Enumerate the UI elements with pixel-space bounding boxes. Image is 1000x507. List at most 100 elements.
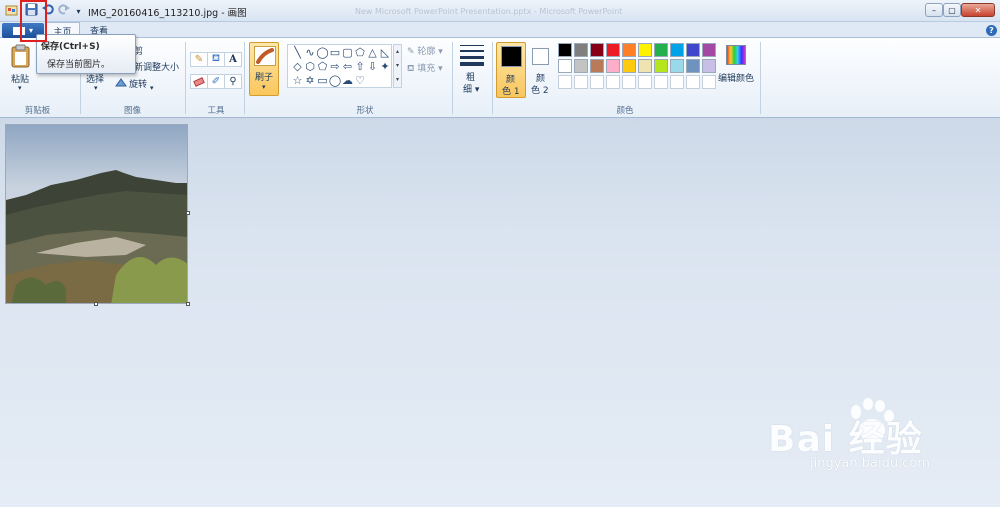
shape-tool-icon[interactable]: ⬡ (304, 61, 317, 72)
clipboard-icon (11, 44, 30, 68)
custom-color-slot[interactable] (590, 75, 604, 89)
shape-tool-icon[interactable]: ⇩ (366, 61, 379, 72)
shape-tool-icon[interactable]: ◯ (329, 75, 342, 86)
size-button[interactable] (460, 45, 484, 67)
custom-color-slot[interactable] (574, 75, 588, 89)
minimize-button[interactable]: – (925, 3, 943, 17)
custom-color-slot[interactable] (670, 75, 684, 89)
redo-button[interactable] (56, 3, 71, 18)
shape-tool-icon[interactable]: ◺ (379, 47, 392, 58)
custom-color-slot[interactable] (686, 75, 700, 89)
shape-tool-icon[interactable]: ⇨ (329, 61, 342, 72)
shape-tool-icon[interactable]: ✦ (379, 61, 392, 72)
paint-app-icon[interactable] (4, 3, 19, 18)
custom-color-slot[interactable] (606, 75, 620, 89)
palette-color-swatch[interactable] (622, 43, 636, 57)
clipboard-group-label: 剪贴板 (24, 106, 51, 116)
close-button[interactable]: ✕ (961, 3, 995, 17)
shape-tool-icon[interactable]: ♡ (354, 75, 367, 86)
palette-color-swatch[interactable] (622, 59, 636, 73)
shape-tool-icon[interactable]: ⇦ (341, 61, 354, 72)
magnifier-tool-button[interactable]: ⚲ (224, 74, 242, 89)
palette-color-swatch[interactable] (574, 43, 588, 57)
palette-color-swatch[interactable] (654, 59, 668, 73)
ribbon-tab-bar: ▾ 主页 查看 ? (0, 22, 1000, 39)
palette-color-swatch[interactable] (654, 43, 668, 57)
outline-button[interactable]: ✎ 轮廓 ▾ (407, 44, 443, 57)
fill-bucket-icon: ⛾ (211, 53, 221, 64)
help-icon[interactable]: ? (986, 25, 997, 36)
paste-dropdown-chevron-icon[interactable]: ▾ (18, 84, 22, 92)
palette-color-swatch[interactable] (670, 43, 684, 57)
color-1-label-b: 色 1 (502, 87, 520, 97)
shape-tool-icon[interactable]: ∿ (304, 47, 317, 58)
fill-tool-button[interactable]: ⛾ (207, 52, 225, 67)
edit-colors-button[interactable]: 编辑颜色 (718, 71, 754, 84)
resize-handle-right[interactable] (186, 211, 190, 215)
custom-color-slot[interactable] (638, 75, 652, 89)
shape-tool-icon[interactable]: ╲ (291, 47, 304, 58)
pencil-tool-button[interactable]: ✎ (190, 52, 208, 67)
shape-tool-icon[interactable]: ◇ (291, 61, 304, 72)
custom-color-slot[interactable] (558, 75, 572, 89)
palette-color-swatch[interactable] (702, 43, 716, 57)
color-2-button[interactable]: 颜 色 2 (529, 42, 553, 98)
shape-tool-icon[interactable]: ▭ (329, 47, 342, 58)
color-picker-tool-button[interactable]: ✐ (207, 74, 225, 89)
rotate-button[interactable]: 旋转 (129, 77, 147, 90)
rotate-dropdown-chevron-icon[interactable]: ▾ (150, 84, 154, 92)
palette-color-swatch[interactable] (638, 59, 652, 73)
resize-handle-bottom[interactable] (94, 302, 98, 306)
shape-tool-icon[interactable]: ⬠ (354, 47, 367, 58)
fill-button[interactable]: ⛾ 填充 ▾ (407, 61, 443, 75)
brush-icon (254, 46, 276, 66)
select-dropdown-chevron-icon[interactable]: ▾ (94, 84, 98, 92)
custom-color-slot[interactable] (702, 75, 716, 89)
shapes-scroll[interactable]: ▴ ▾ ▾ (393, 44, 402, 88)
eraser-tool-button[interactable] (190, 74, 208, 89)
shape-tool-icon[interactable]: ▭ (316, 75, 329, 86)
custom-color-slot[interactable] (622, 75, 636, 89)
color-palette (558, 43, 718, 93)
text-tool-button[interactable]: A (224, 52, 242, 67)
palette-color-swatch[interactable] (686, 59, 700, 73)
group-divider (760, 42, 761, 114)
paste-button[interactable] (10, 44, 32, 68)
palette-color-swatch[interactable] (606, 59, 620, 73)
shape-tool-icon[interactable]: ◯ (316, 47, 329, 58)
save-highlight-box (20, 0, 47, 42)
shape-tool-icon[interactable]: ✡ (304, 75, 317, 86)
eraser-icon (193, 76, 205, 87)
palette-color-swatch[interactable] (606, 43, 620, 57)
palette-color-swatch[interactable] (590, 43, 604, 57)
palette-color-swatch[interactable] (558, 43, 572, 57)
shape-tool-icon[interactable]: ☁ (341, 75, 354, 86)
canvas-image[interactable] (5, 124, 188, 304)
palette-color-swatch[interactable] (574, 59, 588, 73)
palette-color-swatch[interactable] (558, 59, 572, 73)
palette-color-swatch[interactable] (670, 59, 684, 73)
custom-color-slot[interactable] (654, 75, 668, 89)
brushes-label: 刷子 (255, 73, 274, 83)
watermark-brand: Bai 经验 (768, 419, 923, 460)
maximize-button[interactable]: ▢ (943, 3, 961, 17)
resize-handle-corner[interactable] (186, 302, 190, 306)
palette-color-swatch[interactable] (638, 43, 652, 57)
resize-button[interactable]: 新调整大小 (134, 60, 179, 73)
shape-tool-icon[interactable]: ⬠ (316, 61, 329, 72)
background-window-title: New Microsoft PowerPoint Presentation.pp… (355, 7, 623, 16)
color-picker-icon: ✐ (211, 76, 221, 87)
shape-tool-icon[interactable]: ☆ (291, 75, 304, 86)
group-divider (452, 42, 453, 114)
color-1-button[interactable]: 颜 色 1 (496, 42, 526, 98)
shape-tool-icon[interactable]: △ (366, 47, 379, 58)
customize-qat-button[interactable]: ▾ (71, 4, 86, 19)
palette-color-swatch[interactable] (702, 59, 716, 73)
brushes-button[interactable]: 刷子 ▾ (249, 42, 279, 96)
palette-color-swatch[interactable] (686, 43, 700, 57)
outline-icon: ✎ (407, 47, 418, 57)
shape-tool-icon[interactable]: ⇧ (354, 61, 367, 72)
group-divider (185, 42, 186, 114)
palette-color-swatch[interactable] (590, 59, 604, 73)
shape-tool-icon[interactable]: ▢ (341, 47, 354, 58)
